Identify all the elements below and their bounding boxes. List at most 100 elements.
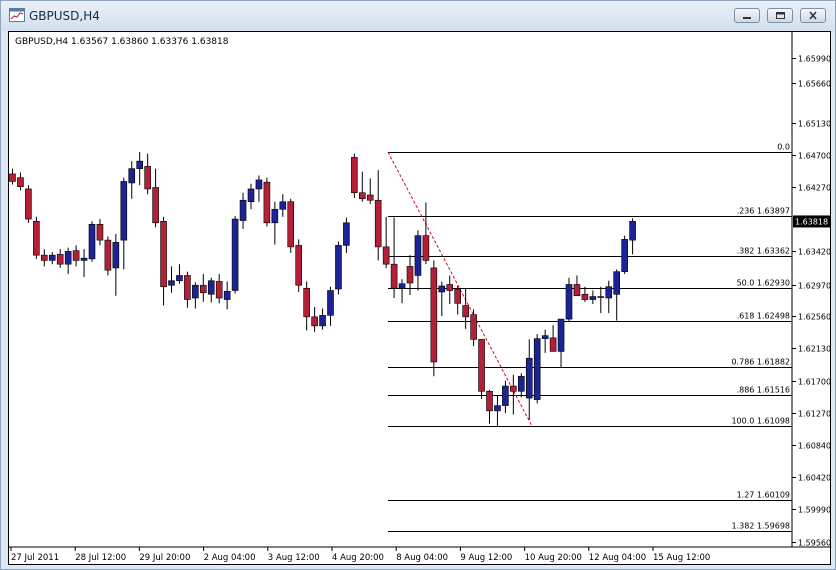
candle-body [541, 335, 549, 339]
chart-area[interactable]: GBPUSD,H4 1.63567 1.63860 1.63376 1.6381… [8, 31, 831, 565]
candle-body [366, 194, 374, 201]
close-icon [809, 11, 817, 20]
restore-button[interactable] [767, 8, 793, 23]
time-tick-label: 8 Aug 04:00 [396, 553, 448, 563]
candle-body [295, 245, 303, 286]
candle [104, 236, 112, 276]
price-tick-label: 1.62560 [798, 313, 831, 322]
candle-body [112, 242, 120, 269]
candle-body [319, 315, 326, 327]
candle-body [25, 188, 32, 220]
candle-body [128, 168, 136, 184]
candle-body [17, 177, 24, 188]
price-tick-label: 1.61270 [798, 410, 831, 419]
candle-body [9, 173, 16, 182]
candle [287, 198, 295, 253]
candle-body [414, 235, 422, 276]
candle-body [422, 235, 430, 261]
time-tick-label: 28 Jul 12:00 [75, 553, 126, 563]
fib-level-label: 0.786 1.61882 [731, 358, 790, 367]
candle [88, 221, 96, 262]
candle-body [613, 271, 621, 295]
candle [33, 216, 40, 259]
time-tick-label: 10 Aug 20:00 [525, 553, 582, 563]
price-tick-label: 1.65660 [798, 80, 831, 89]
candle-body [40, 254, 48, 261]
candle-body [255, 179, 263, 190]
time-tick-label: 3 Aug 12:00 [268, 553, 320, 563]
time-tick-label: 4 Aug 20:00 [332, 553, 384, 563]
candle [565, 277, 573, 323]
candle [478, 339, 485, 399]
price-tick-label: 1.63420 [798, 248, 831, 257]
candle-body [438, 285, 446, 293]
current-price-label: 1.63818 [795, 217, 828, 226]
candle-body [176, 275, 183, 282]
candle-body [549, 337, 557, 352]
candle-body [486, 390, 493, 412]
fib-level-label: .886 1.61516 [737, 386, 790, 395]
candle-body [621, 239, 628, 272]
price-tick-label: 1.61700 [798, 378, 831, 387]
candle-body [303, 287, 310, 318]
candle-body [605, 286, 613, 299]
candle-body [247, 188, 255, 203]
candle-body [120, 181, 128, 241]
candle [335, 241, 342, 295]
candle-body [581, 293, 589, 300]
minimize-button[interactable] [734, 8, 760, 23]
candle-body [374, 199, 382, 248]
fib-level-label: 0.0 [777, 143, 790, 152]
candle-body [104, 239, 112, 271]
candle-body [589, 296, 597, 300]
candle-body [478, 339, 485, 392]
time-tick-label: 2 Aug 04:00 [204, 553, 256, 563]
candle-body [56, 254, 64, 265]
candle-body [215, 281, 223, 299]
candle-body [517, 375, 525, 392]
candle [295, 239, 303, 293]
candle-body [207, 280, 215, 295]
title-bar[interactable]: GBPUSD,H4 [1, 1, 835, 31]
fib-level-label: .618 1.62498 [737, 312, 790, 321]
chart-window: GBPUSD,H4 GBPUSD,H4 1.63567 1.63860 1.63… [0, 0, 836, 570]
candle-body [311, 316, 318, 327]
candle-body [168, 280, 175, 286]
candle-body [327, 290, 334, 316]
candle-body [446, 284, 454, 291]
candle-body [494, 405, 501, 412]
candle [263, 177, 271, 227]
candle-body [573, 284, 581, 297]
time-tick-label: 29 Jul 20:00 [139, 553, 190, 563]
candle [621, 235, 628, 274]
candle [430, 260, 438, 377]
fib-level-label: 1.382 1.59698 [731, 522, 790, 531]
candle-body [96, 224, 104, 241]
candle-body [33, 221, 40, 256]
candle-body [358, 192, 366, 200]
candle-body [279, 201, 287, 210]
close-button[interactable] [800, 8, 826, 23]
candle-body [144, 166, 151, 190]
price-tick-label: 1.62130 [798, 345, 831, 354]
candle-body [72, 250, 80, 261]
price-tag: 1.63818 [793, 215, 830, 228]
candle-body [287, 201, 295, 248]
candle-body [454, 288, 462, 304]
candle-body [565, 284, 573, 320]
minimize-icon [743, 17, 751, 19]
candle-body [263, 181, 271, 224]
price-tick-label: 1.62970 [798, 282, 831, 291]
price-tick-label: 1.65130 [798, 120, 831, 129]
candle-body [382, 246, 390, 265]
candle [231, 216, 239, 294]
candle-body [502, 385, 509, 406]
candle-body [48, 254, 56, 261]
candle-body [629, 221, 636, 241]
price-chart[interactable]: GBPUSD,H4 1.63567 1.63860 1.63376 1.6381… [8, 31, 831, 565]
candle-body [390, 263, 398, 289]
candle-body [430, 267, 438, 363]
fib-level-label: 100.0 1.61098 [731, 417, 790, 426]
candle-body [335, 245, 342, 290]
candle-body [398, 283, 406, 289]
